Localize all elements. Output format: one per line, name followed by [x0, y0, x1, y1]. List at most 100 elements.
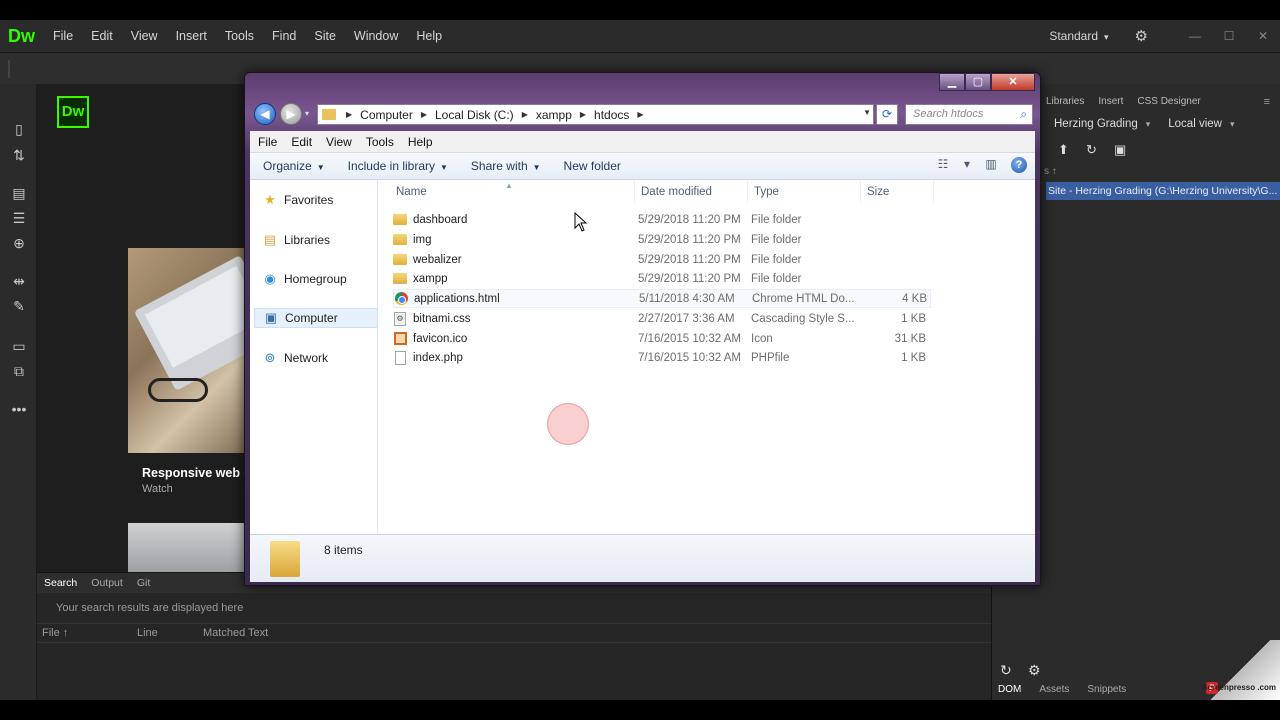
code-navigator-icon[interactable]: ▤ [10, 184, 28, 202]
column-file[interactable]: File ↑ [37, 627, 132, 639]
wrap-tag-icon[interactable]: ✎ [10, 297, 28, 315]
inspect-icon[interactable]: ⊕ [10, 234, 28, 252]
site-root-row[interactable]: Site - Herzing Grading (G:\Herzing Unive… [1046, 182, 1280, 200]
menu-help[interactable]: Help [400, 135, 439, 149]
file-management-icon[interactable]: ⇅ [10, 146, 28, 164]
connect-icon[interactable]: ⚙ [1028, 662, 1056, 679]
search-icon[interactable]: ⌕ [1020, 105, 1027, 124]
tab-dom[interactable]: DOM [998, 684, 1021, 695]
address-bar[interactable]: ▶ Computer ▶ Local Disk (C:) ▶ xampp ▶ h… [317, 104, 874, 125]
organize-button[interactable]: Organize ▼ [250, 159, 335, 173]
search-input[interactable]: Search htdocs ⌕ [905, 104, 1033, 125]
chevron-down-icon[interactable]: ▾ [955, 157, 979, 173]
more-icon[interactable]: ••• [10, 400, 28, 418]
minimize-button[interactable]: ▁ [939, 73, 965, 91]
sync-settings-icon[interactable]: ⚙ [1135, 27, 1148, 45]
view-options-icon[interactable]: ☷ [931, 157, 955, 173]
snippet-icon[interactable]: ⧉ [10, 362, 28, 380]
menu-find[interactable]: Find [263, 20, 305, 52]
tab-libraries[interactable]: Libraries [1046, 96, 1084, 107]
file-name: favicon.ico [413, 332, 468, 345]
file-row[interactable]: webalizer 5/29/2018 11:20 PM File folder [393, 250, 931, 269]
breadcrumb-xampp[interactable]: xampp [532, 108, 576, 122]
comment-icon[interactable]: ▭ [10, 337, 28, 355]
column-size[interactable]: Size [861, 180, 934, 203]
menu-view[interactable]: View [318, 135, 358, 149]
close-button[interactable]: ✕ [1246, 29, 1280, 43]
chevron-right-icon[interactable]: ▶ [417, 110, 431, 119]
help-icon[interactable]: ? [1011, 157, 1027, 173]
share-with-button[interactable]: Share with ▼ [458, 159, 551, 173]
include-in-library-button[interactable]: Include in library ▼ [335, 159, 458, 173]
menu-tools[interactable]: Tools [358, 135, 400, 149]
menu-help[interactable]: Help [407, 20, 451, 52]
close-button[interactable]: ✕ [991, 73, 1035, 91]
tab-assets[interactable]: Assets [1039, 684, 1069, 695]
file-row[interactable]: index.php 7/16/2015 10:32 AM PHPfile 1 K… [393, 348, 931, 367]
breadcrumb-htdocs[interactable]: htdocs [590, 108, 633, 122]
breadcrumb-local-disk[interactable]: Local Disk (C:) [431, 108, 518, 122]
file-row[interactable]: favicon.ico 7/16/2015 10:32 AM Icon 31 K… [393, 329, 931, 348]
recent-pages-icon[interactable]: ▾ [305, 109, 309, 118]
view-select[interactable]: Local view ▾ [1168, 118, 1234, 130]
chevron-right-icon[interactable]: ▶ [633, 110, 647, 119]
open-documents-icon[interactable]: ▯ [10, 120, 28, 138]
refresh-button[interactable]: ⟳ [876, 104, 898, 125]
tutorial-title[interactable]: Responsive web de [142, 466, 246, 480]
chevron-right-icon[interactable]: ▶ [576, 110, 590, 119]
nav-homegroup[interactable]: ◉ Homegroup [262, 269, 376, 289]
menu-edit[interactable]: Edit [283, 135, 318, 149]
site-select[interactable]: Herzing Grading ▾ [1054, 118, 1150, 130]
tab-snippets[interactable]: Snippets [1087, 684, 1126, 695]
file-row[interactable]: img 5/29/2018 11:20 PM File folder [393, 230, 931, 249]
column-line[interactable]: Line [132, 627, 198, 639]
menu-file[interactable]: File [44, 20, 82, 52]
tutorial-thumbnail[interactable] [128, 248, 248, 453]
menu-view[interactable]: View [122, 20, 167, 52]
forward-button[interactable]: ▶ [280, 103, 302, 125]
new-folder-button[interactable]: New folder [551, 159, 631, 173]
chevron-down-icon[interactable]: ▼ [863, 108, 871, 117]
expand-icon[interactable]: ⇹ [10, 272, 28, 290]
menu-file[interactable]: File [250, 135, 283, 149]
column-date-modified[interactable]: Date modified [635, 180, 748, 203]
column-matched-text[interactable]: Matched Text [198, 627, 268, 639]
nav-favorites[interactable]: ★ Favorites [262, 190, 376, 210]
nav-computer[interactable]: ▣ Computer [254, 308, 378, 328]
tab-css-designer[interactable]: CSS Designer [1137, 96, 1200, 107]
panel-menu-icon[interactable]: ≡ [1264, 96, 1270, 108]
menu-edit[interactable]: Edit [82, 20, 122, 52]
nav-network[interactable]: ⊚ Network [262, 348, 376, 368]
expand-panel-icon[interactable]: ▣ [1114, 142, 1142, 158]
refresh-icon[interactable]: ↻ [1086, 142, 1114, 158]
menu-site[interactable]: Site [305, 20, 345, 52]
chevron-right-icon[interactable]: ▶ [342, 110, 356, 119]
column-type[interactable]: Type [748, 180, 861, 203]
menu-tools[interactable]: Tools [216, 20, 263, 52]
menu-window[interactable]: Window [345, 20, 407, 52]
put-icon[interactable]: ⬆ [1058, 142, 1086, 158]
file-row[interactable]: applications.html 5/11/2018 4:30 AM Chro… [393, 289, 931, 308]
workspace-switcher[interactable]: Standard ▾ [1049, 29, 1108, 43]
tutorial-watch-link[interactable]: Watch [142, 483, 173, 495]
tab-git[interactable]: Git [130, 577, 157, 589]
format-source-icon[interactable]: ☰ [10, 209, 28, 227]
tab-insert[interactable]: Insert [1098, 96, 1123, 107]
breadcrumb-computer[interactable]: Computer [356, 108, 417, 122]
refresh-icon[interactable]: ↻ [1000, 662, 1028, 679]
tab-output[interactable]: Output [84, 577, 130, 589]
tutorial-thumbnail-2[interactable] [128, 523, 248, 572]
nav-libraries[interactable]: ▤ Libraries [262, 230, 376, 250]
file-row[interactable]: xampp 5/29/2018 11:20 PM File folder [393, 269, 931, 288]
maximize-button[interactable]: ▢ [965, 73, 991, 91]
column-name[interactable]: ▲ Name [379, 180, 635, 203]
menu-insert[interactable]: Insert [167, 20, 216, 52]
tab-search[interactable]: Search [37, 577, 84, 589]
chevron-right-icon[interactable]: ▶ [518, 110, 532, 119]
minimize-button[interactable]: — [1178, 29, 1212, 43]
maximize-button[interactable]: ☐ [1212, 29, 1246, 43]
file-row[interactable]: dashboard 5/29/2018 11:20 PM File folder [393, 210, 931, 229]
file-row[interactable]: ⚙ bitnami.css 2/27/2017 3:36 AM Cascadin… [393, 309, 931, 328]
preview-pane-icon[interactable]: ▥ [979, 157, 1003, 173]
back-button[interactable]: ◀ [254, 103, 276, 125]
